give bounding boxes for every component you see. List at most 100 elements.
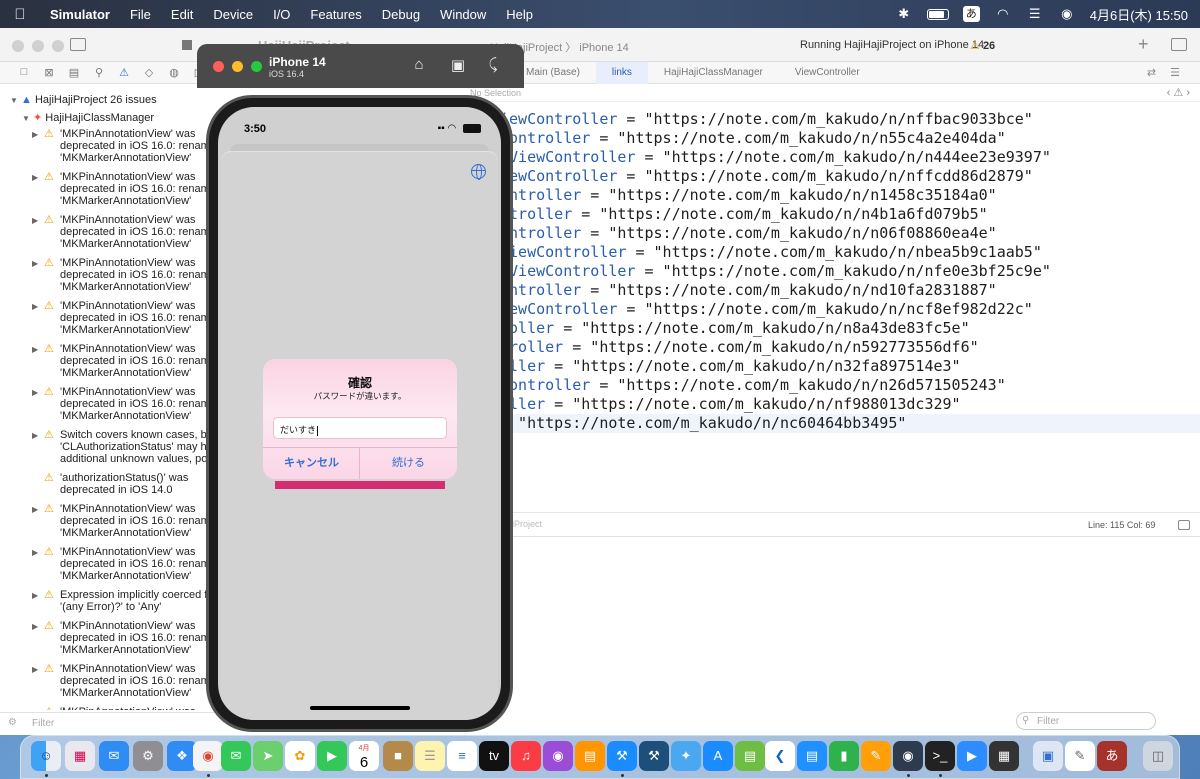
notes-icon[interactable]: ☰: [415, 741, 445, 771]
menu-debug[interactable]: Debug: [372, 7, 430, 22]
issue-group[interactable]: ▼ ✦ HajiHajiClassManager: [22, 111, 154, 124]
finder-icon[interactable]: ☺: [31, 741, 61, 771]
issue-item[interactable]: ▶ ⚠ 'MKPinAnnotationView' was deprecated in…: [32, 343, 215, 379]
code-line[interactable]: troller = "https://note.com/m_kakudo/n/n…: [500, 338, 979, 357]
home-indicator[interactable]: [310, 706, 410, 710]
code-line[interactable]: = "https://note.com/m_kakudo/n/nc60464bb…: [500, 414, 1200, 433]
tab-class-manager[interactable]: HajiHajiClassManager: [648, 62, 779, 84]
wifi-icon[interactable]: ◠: [994, 6, 1012, 22]
search-icon[interactable]: ⚲: [93, 66, 105, 79]
issue-item[interactable]: ▶ ⚠ 'MKPinAnnotationView' was deprecated in…: [32, 128, 215, 164]
code-line[interactable]: nViewController = "https://note.com/m_ka…: [500, 262, 1051, 281]
zoom-button[interactable]: [251, 61, 262, 72]
chevron-right-icon[interactable]: ▶: [32, 301, 38, 313]
issue-item[interactable]: ▶ ⚠ Switch covers known cases, but 'CLAutho…: [32, 429, 215, 465]
close-button[interactable]: [213, 61, 224, 72]
chevron-down-icon[interactable]: ▼: [22, 114, 30, 123]
code-line[interactable]: ntroller = "https://note.com/m_kakudo/n/…: [500, 205, 988, 224]
stop-icon[interactable]: [182, 40, 192, 50]
chevron-right-icon[interactable]: ▶: [32, 258, 38, 270]
chevron-right-icon[interactable]: ▶: [32, 129, 38, 141]
code-line[interactable]: Controller = "https://note.com/m_kakudo/…: [500, 376, 1006, 395]
menu-help[interactable]: Help: [496, 7, 543, 22]
folder-icon[interactable]: □: [18, 66, 30, 79]
screenshot-icon[interactable]: ▣: [448, 56, 468, 76]
code-line[interactable]: iewController = "https://note.com/m_kaku…: [500, 167, 1033, 186]
chevron-right-icon[interactable]: ▶: [32, 344, 38, 356]
issue-item[interactable]: ▶ ⚠ 'MKPinAnnotationView' was deprecated in…: [32, 546, 215, 582]
chevron-right-icon[interactable]: ▶: [32, 504, 38, 516]
code-line[interactable]: Controller = "https://note.com/m_kakudo/…: [500, 129, 1006, 148]
issue-item[interactable]: ▶ ⚠ 'MKPinAnnotationView' was deprecated in…: [32, 503, 215, 539]
keynote-icon[interactable]: ▤: [797, 741, 827, 771]
chevron-right-icon[interactable]: ▶: [32, 172, 38, 184]
minimize-button[interactable]: [32, 40, 44, 52]
textedit-icon[interactable]: ✎: [1065, 741, 1095, 771]
keychain-icon[interactable]: ■: [383, 741, 413, 771]
chevron-right-icon[interactable]: ▶: [32, 621, 38, 633]
code-line[interactable]: oller = "https://note.com/m_kakudo/n/n32…: [500, 357, 961, 376]
navigator-filter-input[interactable]: Filter: [32, 718, 54, 729]
globe-icon[interactable]: [471, 164, 486, 180]
code-line[interactable]: oller = "https://note.com/m_kakudo/n/nf9…: [500, 395, 961, 414]
editor-menu-icon[interactable]: ☰: [1170, 66, 1180, 79]
code-editor[interactable]: iewController = "https://note.com/m_kaku…: [500, 102, 1200, 512]
music-icon[interactable]: ♫: [511, 741, 541, 771]
preview-icon[interactable]: ▣: [1033, 741, 1063, 771]
minimize-button[interactable]: [232, 61, 243, 72]
tab-view-controller[interactable]: ViewController: [779, 62, 876, 84]
chevron-right-icon[interactable]: ▶: [32, 547, 38, 559]
books-icon[interactable]: ▤: [575, 741, 605, 771]
code-line[interactable]: roller = "https://note.com/m_kakudo/n/n8…: [500, 319, 970, 338]
menu-file[interactable]: File: [120, 7, 161, 22]
mail-icon[interactable]: ✉: [99, 741, 129, 771]
add-icon[interactable]: +: [1138, 34, 1149, 55]
menu-features[interactable]: Features: [300, 7, 371, 22]
issue-item[interactable]: ▶ ⚠ 'MKPinAnnotationView' was deprecated in…: [32, 300, 215, 336]
photos-icon[interactable]: ✿: [285, 741, 315, 771]
numbers-chart-icon[interactable]: ▮: [829, 741, 859, 771]
code-line[interactable]: ViewController = "https://note.com/m_kak…: [500, 243, 1042, 262]
code-line[interactable]: ontroller = "https://note.com/m_kakudo/n…: [500, 186, 997, 205]
warning-count-badge[interactable]: ⚠ 26: [970, 39, 995, 52]
input-method-indicator[interactable]: あ: [962, 6, 980, 22]
vscode-icon[interactable]: ❮: [765, 741, 795, 771]
issue-item[interactable]: ▶ ⚠ Expression implicitly coerced from '(an…: [32, 589, 215, 613]
issue-item[interactable]: ▶ ⚠ 'MKPinAnnotationView' was deprecated in…: [32, 620, 215, 656]
source-control-icon[interactable]: ⊠: [43, 66, 55, 79]
issue-item[interactable]: ▶ ⚠ 'MKPinAnnotationView' was deprecated in…: [32, 663, 215, 699]
appletv-icon[interactable]: tv: [479, 741, 509, 771]
menu-simulator[interactable]: Simulator: [40, 7, 120, 22]
code-line[interactable]: ontroller = "https://note.com/m_kakudo/n…: [500, 224, 997, 243]
chevron-right-icon[interactable]: ▶: [32, 215, 38, 227]
cancel-button[interactable]: キャンセル: [263, 448, 360, 479]
filter-icon[interactable]: ⚙: [8, 717, 17, 728]
testflight-icon[interactable]: ✦: [671, 741, 701, 771]
system-settings-icon[interactable]: ⚙: [133, 741, 163, 771]
debug-toggle-icon[interactable]: [1178, 520, 1190, 530]
instruments-icon[interactable]: ⚒: [639, 741, 669, 771]
menu-io[interactable]: I/O: [263, 7, 300, 22]
reminders-icon[interactable]: ≡: [447, 741, 477, 771]
messages-icon[interactable]: ✉: [221, 741, 251, 771]
debug-console[interactable]: [500, 536, 1200, 711]
numbers-icon[interactable]: ▤: [735, 741, 765, 771]
siri-icon[interactable]: ◉: [1058, 6, 1076, 22]
menu-window[interactable]: Window: [430, 7, 496, 22]
split-editor-icon[interactable]: ⇄: [1147, 66, 1156, 79]
chevron-right-icon[interactable]: ▶: [32, 707, 38, 710]
menu-edit[interactable]: Edit: [161, 7, 203, 22]
menu-device[interactable]: Device: [203, 7, 263, 22]
calculator-icon[interactable]: ▦: [989, 741, 1019, 771]
trash-icon[interactable]: ◫: [1143, 741, 1173, 771]
calendar-icon[interactable]: 4月 6: [349, 741, 379, 771]
pages-icon[interactable]: ✎: [861, 741, 891, 771]
terminal-icon[interactable]: >_: [925, 741, 955, 771]
test-icon[interactable]: ◇: [143, 66, 155, 79]
issue-item[interactable]: ▶ ⚠ 'MKPinAnnotationView' was: [32, 706, 215, 710]
alert-text-field[interactable]: だいすき: [273, 417, 447, 439]
chevron-right-icon[interactable]: ▶: [32, 664, 38, 676]
xcode-icon[interactable]: ⚒: [607, 741, 637, 771]
issue-icon[interactable]: ⚠: [118, 66, 130, 79]
continue-button[interactable]: 続ける: [360, 448, 457, 479]
